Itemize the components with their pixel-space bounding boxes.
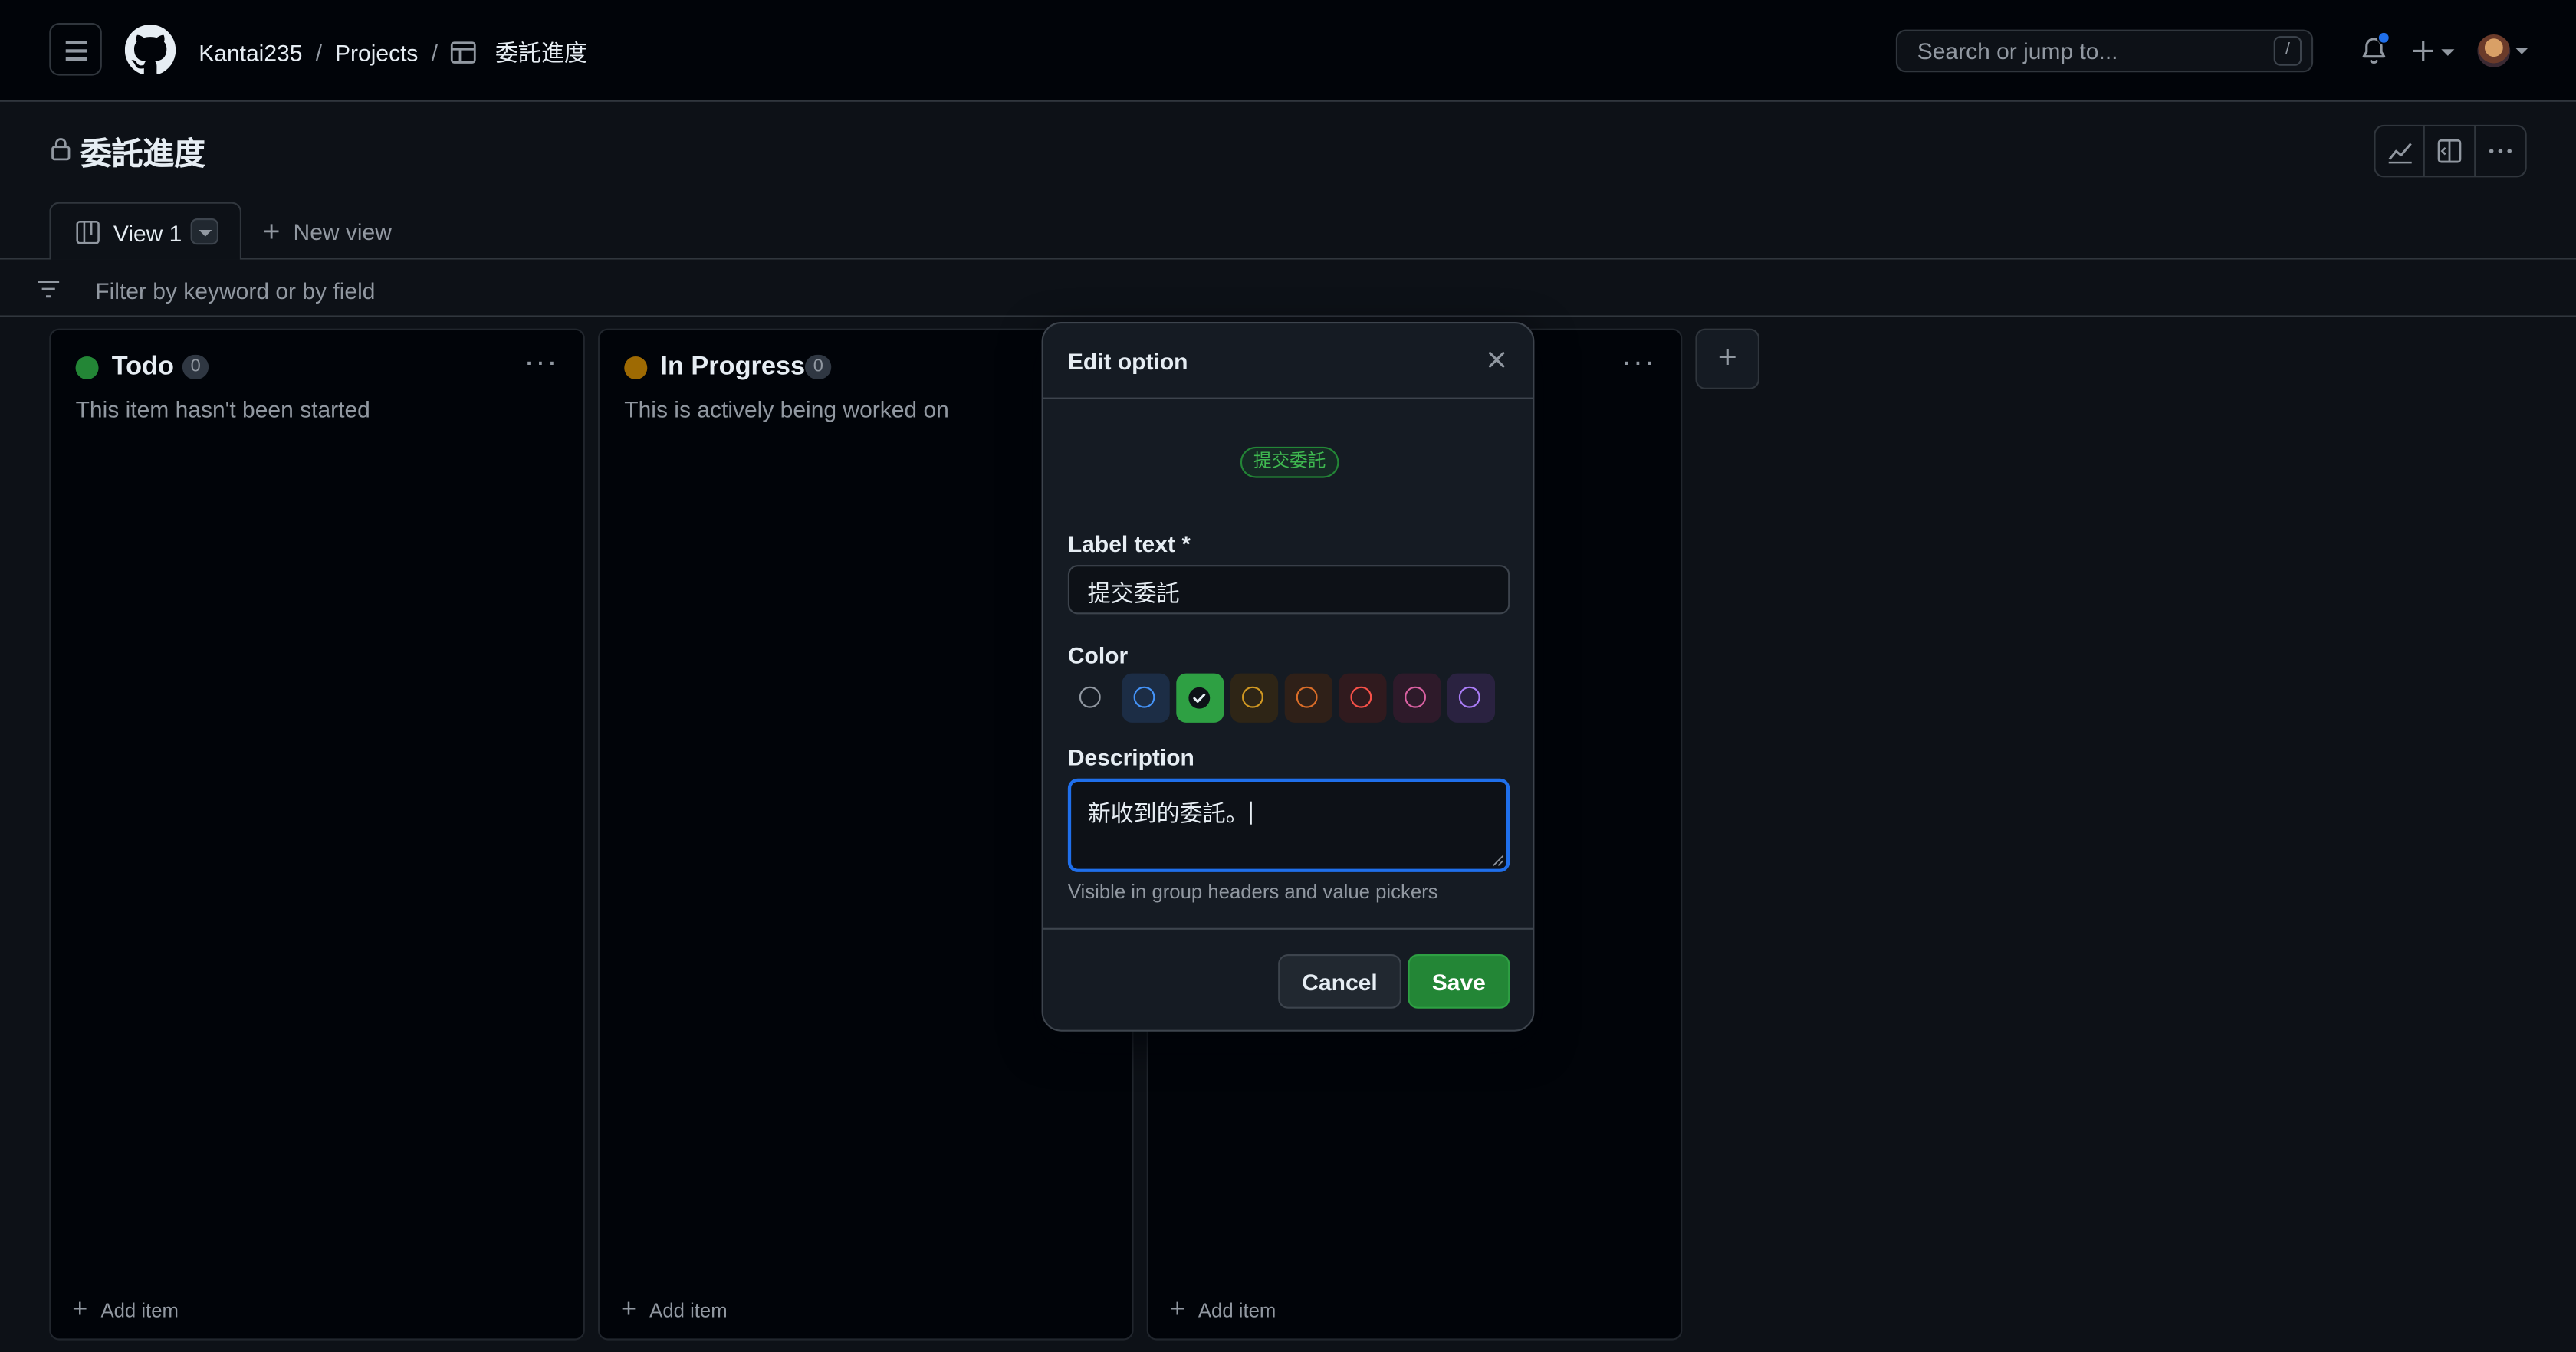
label-text-input[interactable]: 提交委託 bbox=[1067, 565, 1510, 615]
hamburger-icon[interactable] bbox=[49, 23, 102, 76]
save-button[interactable]: Save bbox=[1408, 954, 1510, 1009]
text-cursor bbox=[1250, 801, 1252, 825]
column-menu-icon[interactable]: ··· bbox=[524, 346, 557, 378]
plus-icon: + bbox=[1169, 1295, 1185, 1324]
new-view-button[interactable]: + New view bbox=[262, 215, 392, 248]
board-icon bbox=[76, 220, 100, 244]
filter-input[interactable]: Filter by keyword or by field bbox=[95, 277, 375, 304]
dialog-footer: Cancel Save bbox=[1043, 927, 1533, 1030]
plus-icon: + bbox=[72, 1295, 88, 1324]
view-options-chevron-icon[interactable] bbox=[190, 218, 219, 245]
breadcrumb-separator: / bbox=[431, 39, 438, 66]
description-hint: Visible in group headers and value picke… bbox=[1067, 880, 1438, 904]
color-picker bbox=[1068, 673, 1495, 723]
tab-view-1[interactable]: View 1 bbox=[49, 202, 242, 260]
insights-button[interactable] bbox=[2376, 126, 2426, 176]
color-swatch-purple[interactable] bbox=[1447, 673, 1495, 723]
dialog-header: Edit option bbox=[1043, 323, 1533, 399]
search-placeholder: Search or jump to... bbox=[1917, 38, 2118, 64]
breadcrumb-owner[interactable]: Kantai235 bbox=[199, 39, 302, 65]
resize-handle-icon[interactable] bbox=[1492, 854, 1505, 867]
side-panel-icon bbox=[2438, 139, 2463, 163]
global-header: Kantai235 / Projects / 委託進度 Search or ju… bbox=[0, 0, 2576, 102]
plus-icon: + bbox=[262, 215, 281, 248]
breadcrumb-project[interactable]: 委託進度 bbox=[495, 36, 587, 69]
column-title: In Progress bbox=[660, 353, 806, 382]
cancel-button[interactable]: Cancel bbox=[1278, 954, 1401, 1009]
breadcrumb-projects[interactable]: Projects bbox=[335, 39, 418, 65]
notification-indicator bbox=[2377, 31, 2390, 44]
column-todo: Todo 0 This item hasn't been started ···… bbox=[49, 328, 585, 1341]
column-count-badge: 0 bbox=[182, 354, 209, 379]
chevron-down-icon bbox=[2515, 48, 2528, 54]
close-icon[interactable] bbox=[1484, 346, 1510, 372]
table-icon bbox=[451, 41, 477, 64]
side-panel-button[interactable] bbox=[2426, 126, 2476, 176]
add-item-label: Add item bbox=[100, 1299, 179, 1322]
new-view-label: New view bbox=[293, 218, 392, 245]
search-shortcut-key: / bbox=[2273, 36, 2302, 66]
column-description: This is actively being worked on bbox=[624, 395, 949, 422]
color-label: Color bbox=[1067, 642, 1129, 669]
column-title: Todo bbox=[111, 353, 174, 382]
add-item-label: Add item bbox=[649, 1299, 728, 1322]
color-swatch-orange[interactable] bbox=[1284, 673, 1332, 723]
description-value: 新收到的委託。 bbox=[1087, 799, 1249, 826]
breadcrumb: Kantai235 / Projects / 委託進度 bbox=[199, 36, 587, 69]
color-swatch-pink[interactable] bbox=[1393, 673, 1441, 723]
add-item-label: Add item bbox=[1198, 1299, 1276, 1322]
description-textarea[interactable]: 新收到的委託。 bbox=[1067, 778, 1510, 872]
more-options-button[interactable] bbox=[2476, 126, 2525, 176]
check-circle-icon bbox=[1188, 687, 1211, 709]
app-root: Kantai235 / Projects / 委託進度 Search or ju… bbox=[0, 0, 2576, 1352]
project-toolbar bbox=[2374, 124, 2527, 178]
status-color-dot bbox=[75, 356, 99, 379]
plus-icon: + bbox=[621, 1295, 637, 1324]
lock-icon bbox=[51, 138, 71, 161]
add-item-button[interactable]: + Add item bbox=[621, 1295, 728, 1324]
color-swatch-gray[interactable] bbox=[1068, 674, 1116, 723]
breadcrumb-separator: / bbox=[315, 39, 322, 66]
add-column-button[interactable]: + bbox=[1695, 328, 1760, 389]
add-item-button[interactable]: + Add item bbox=[1169, 1295, 1276, 1324]
tab-label: View 1 bbox=[113, 220, 182, 247]
plus-icon[interactable] bbox=[2412, 34, 2461, 67]
filter-icon bbox=[38, 280, 60, 298]
page-title: 委託進度 bbox=[80, 138, 205, 172]
dialog-title: Edit option bbox=[1067, 348, 1188, 375]
option-preview-label: 提交委託 bbox=[1240, 446, 1339, 478]
color-swatch-red[interactable] bbox=[1339, 673, 1387, 723]
edit-option-dialog: Edit option 提交委託 Label text * 提交委託 Color bbox=[1041, 322, 1535, 1032]
avatar[interactable] bbox=[2477, 34, 2511, 67]
color-swatch-green[interactable] bbox=[1176, 673, 1224, 723]
add-item-button[interactable]: + Add item bbox=[72, 1295, 179, 1324]
description-label: Description bbox=[1067, 743, 1194, 770]
search-input[interactable]: Search or jump to... / bbox=[1895, 29, 2314, 73]
column-menu-icon[interactable]: ··· bbox=[1622, 346, 1654, 378]
status-color-dot bbox=[624, 356, 648, 379]
kebab-icon bbox=[2489, 149, 2512, 153]
color-swatch-yellow[interactable] bbox=[1230, 673, 1279, 723]
github-logo[interactable] bbox=[124, 25, 176, 75]
column-description: This item hasn't been started bbox=[75, 395, 370, 422]
color-swatch-blue[interactable] bbox=[1122, 673, 1170, 723]
filter-bar[interactable]: Filter by keyword or by field bbox=[0, 258, 2576, 317]
user-menu[interactable] bbox=[2477, 34, 2530, 67]
insights-icon bbox=[2388, 143, 2412, 164]
column-count-badge: 0 bbox=[805, 354, 832, 379]
label-text-label: Label text * bbox=[1067, 530, 1191, 557]
